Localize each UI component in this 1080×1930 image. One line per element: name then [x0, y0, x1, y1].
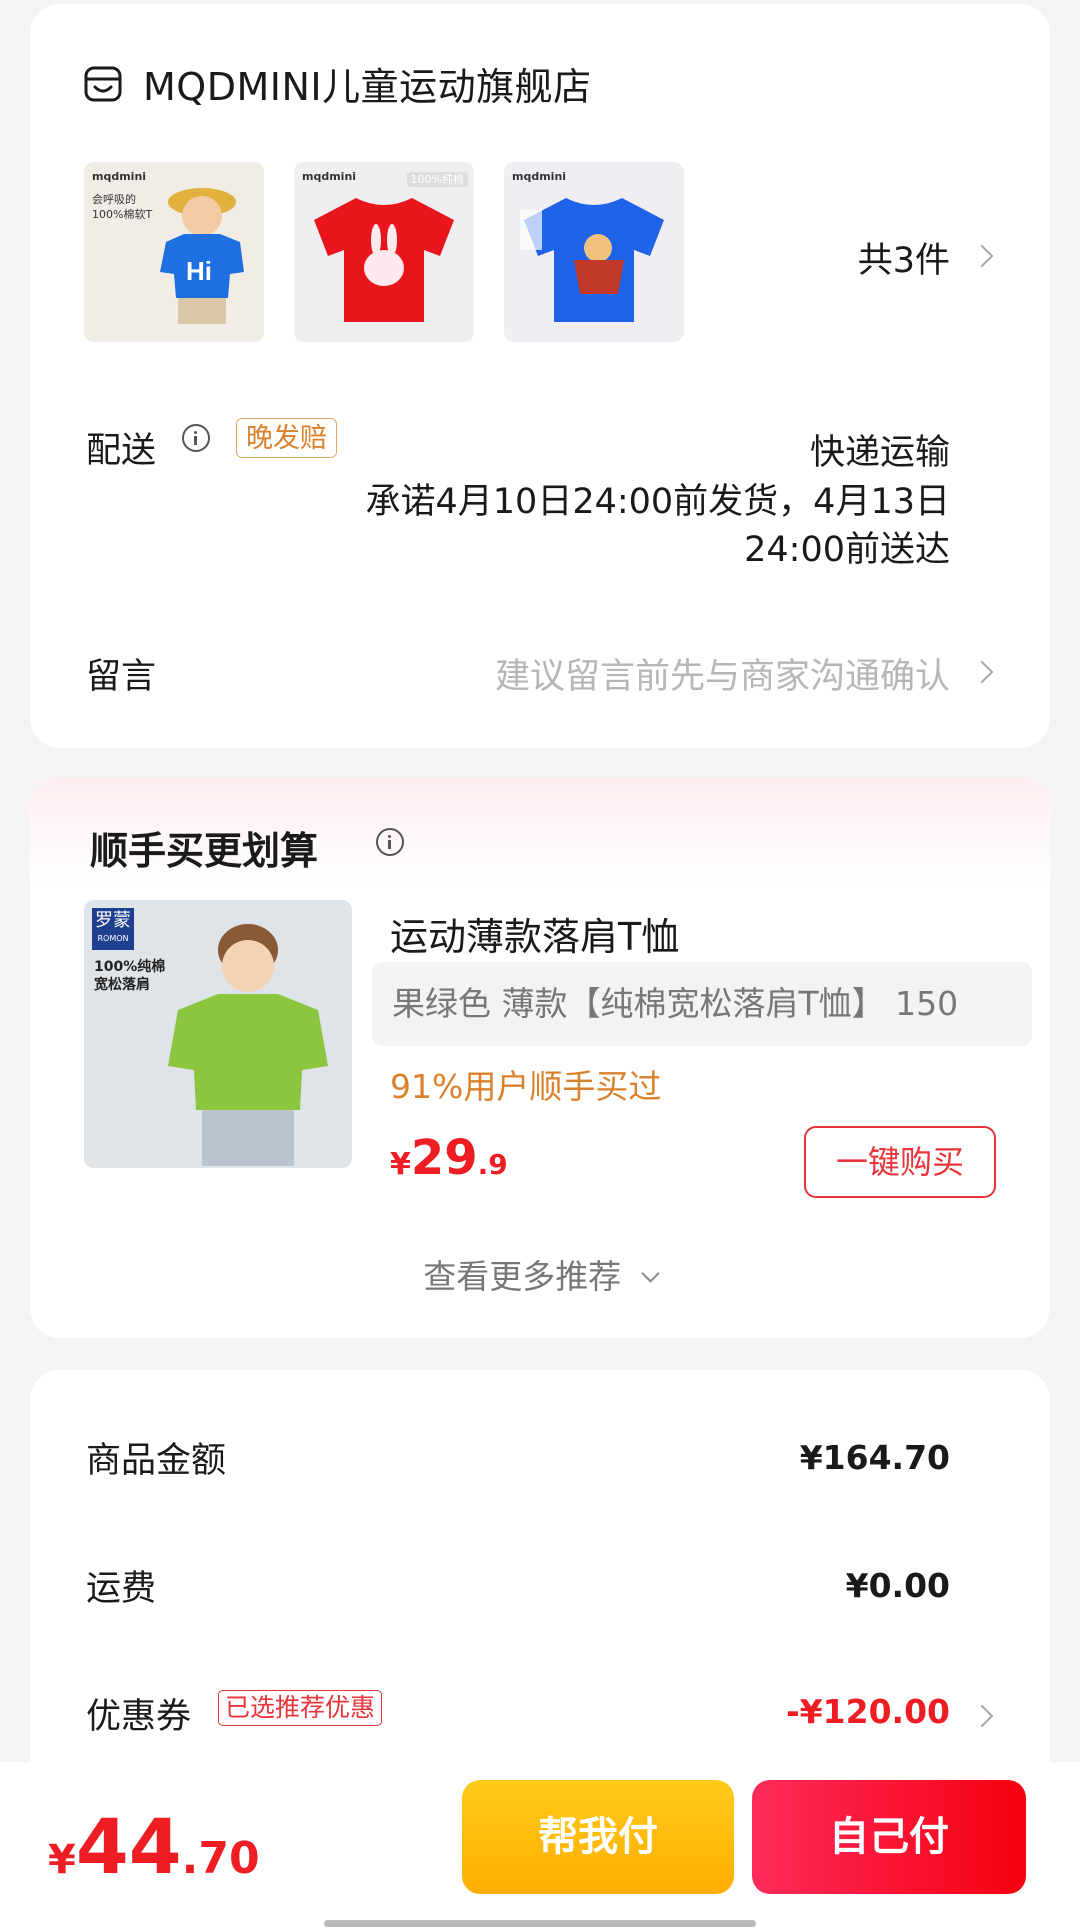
- section-title: 顺手买更划算: [90, 829, 319, 873]
- thumbnail-tag: 100%纯棉: [406, 172, 468, 187]
- thumbnail-brand: mqdmini: [92, 170, 147, 183]
- variant-selector[interactable]: 果绿色 薄款【纯棉宽松落肩T恤】 150: [372, 962, 1032, 1046]
- total-price: ¥44.70: [48, 1802, 260, 1891]
- child-model-image: [168, 924, 328, 1166]
- chevron-right-icon[interactable]: [970, 244, 994, 268]
- note-label: 留言: [86, 657, 157, 697]
- info-icon[interactable]: [182, 424, 210, 452]
- goods-amount-value: ¥164.70: [799, 1438, 950, 1477]
- shirt-image: [314, 198, 454, 322]
- checkout-bar: ¥44.70 帮我付 自己付: [0, 1762, 1080, 1930]
- chevron-right-icon[interactable]: [970, 660, 994, 684]
- social-proof-text: 91%用户顺手买过: [390, 1067, 662, 1106]
- info-icon[interactable]: [376, 828, 404, 856]
- svg-text:Hi: Hi: [186, 256, 212, 286]
- chevron-down-icon: [641, 1264, 660, 1283]
- brand-logo: 罗蒙 ROMON: [92, 908, 134, 950]
- shipping-value: ¥0.00: [845, 1566, 950, 1605]
- product-image[interactable]: 罗蒙 ROMON 100%纯棉 宽松落肩: [84, 900, 352, 1168]
- order-card: MQDMINI儿童运动旗舰店 mqdmini 会呼吸的 100%棉软T Hi m…: [30, 4, 1050, 748]
- delivery-method: 快递运输: [809, 433, 950, 473]
- delivery-promise: 承诺4月10日24:00前发货，4月13日24:00前送达: [365, 482, 950, 570]
- coupon-value[interactable]: -¥120.00: [786, 1692, 950, 1731]
- store-icon: [84, 66, 122, 101]
- shop-name: MQDMINI儿童运动旗舰店: [143, 65, 592, 109]
- product-thumbnail[interactable]: mqdmini 100%纯棉: [294, 162, 474, 342]
- shop-header[interactable]: MQDMINI儿童运动旗舰店: [83, 56, 592, 111]
- product-thumbnail[interactable]: mqdmini: [504, 162, 684, 342]
- shipping-label: 运费: [86, 1569, 157, 1609]
- thumbnail-brand: mqdmini: [512, 170, 567, 183]
- late-compensation-badge: 晚发赔: [236, 418, 337, 458]
- goods-amount-label: 商品金额: [86, 1441, 227, 1481]
- coupon-label: 优惠券: [86, 1697, 192, 1737]
- thumbnail-brand: mqdmini: [302, 170, 357, 183]
- product-thumbnail[interactable]: mqdmini 会呼吸的 100%棉软T Hi: [84, 162, 264, 342]
- coupon-badge: 已选推荐优惠: [218, 1690, 383, 1726]
- recommend-product-title[interactable]: 运动薄款落肩T恤: [390, 906, 679, 961]
- recommend-card: 顺手买更划算 罗蒙 ROMON 100%纯棉 宽松落肩 运动薄款落肩T恤 果绿色…: [30, 778, 1050, 1338]
- shirt-image: [520, 198, 664, 322]
- self-pay-button[interactable]: 自己付: [752, 1780, 1026, 1894]
- one-click-buy-button[interactable]: 一键购买: [804, 1126, 996, 1198]
- recommend-price: ¥29.9: [390, 1130, 508, 1186]
- helper-pay-button[interactable]: 帮我付: [462, 1780, 734, 1894]
- item-count[interactable]: 共3件: [858, 232, 950, 283]
- delivery-label: 配送: [86, 431, 157, 471]
- chevron-right-icon[interactable]: [970, 1704, 994, 1728]
- child-model-image: Hi: [160, 188, 244, 324]
- home-indicator[interactable]: [324, 1920, 756, 1927]
- note-input[interactable]: 建议留言前先与商家沟通确认: [495, 648, 950, 699]
- see-more-button[interactable]: 查看更多推荐: [30, 1250, 1050, 1298]
